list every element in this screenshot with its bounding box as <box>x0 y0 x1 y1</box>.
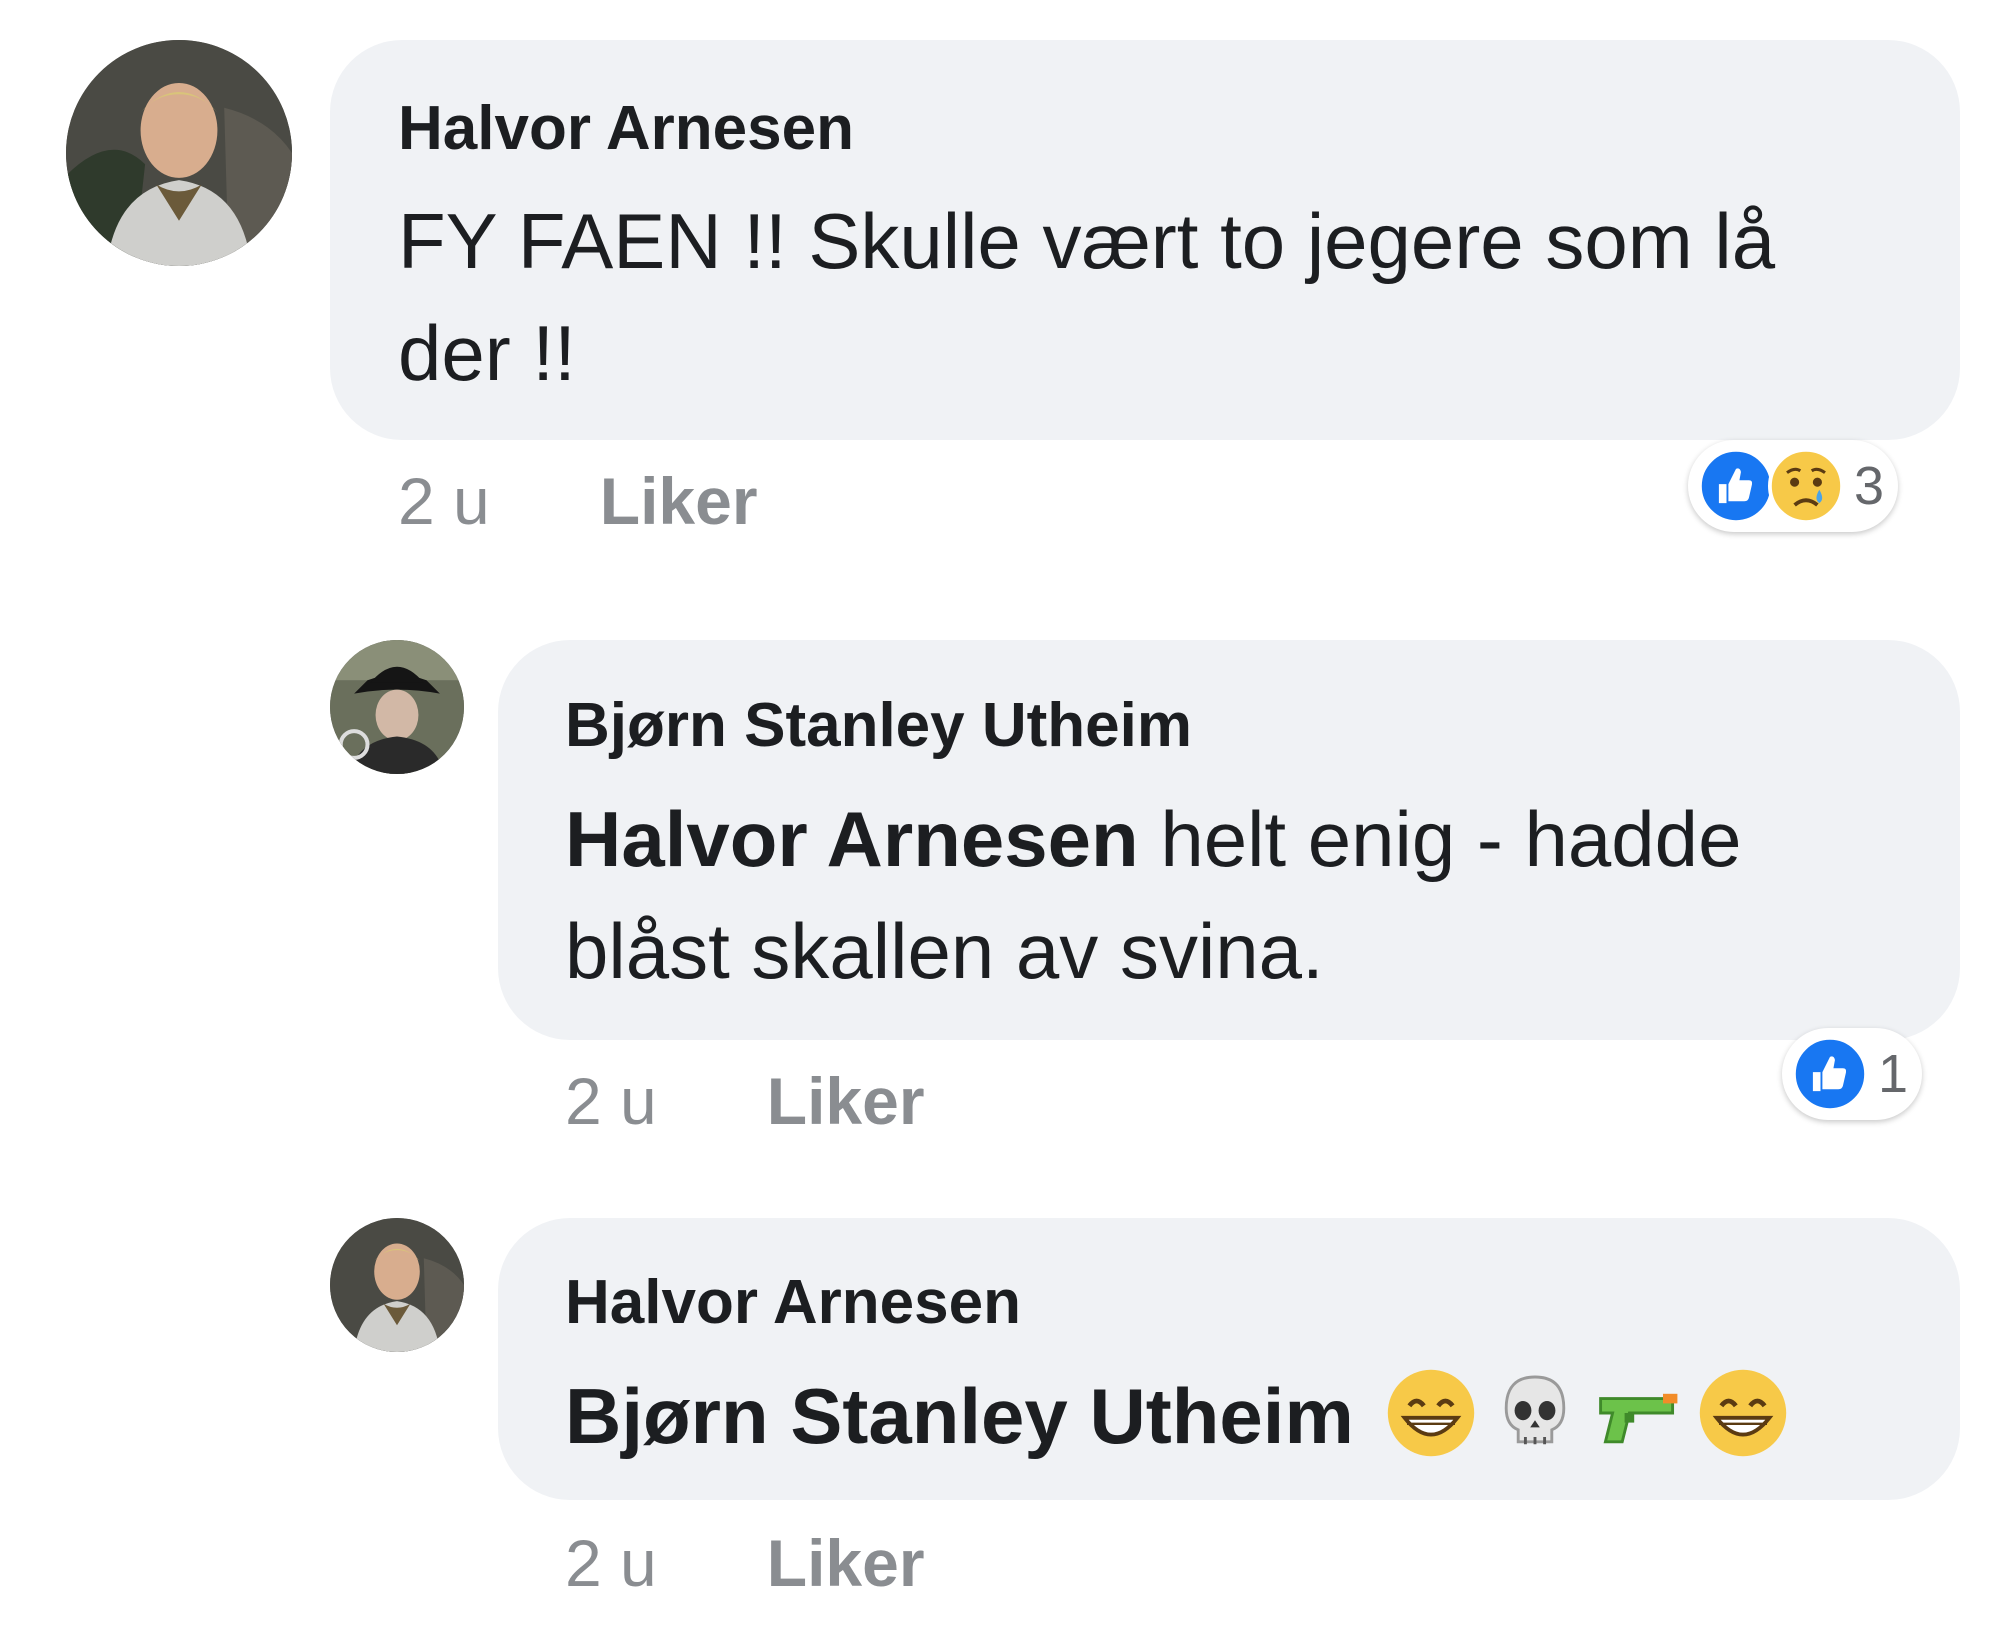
reaction-summary[interactable]: 1 <box>1782 1028 1923 1120</box>
mention-link[interactable]: Bjørn Stanley Utheim <box>565 1372 1354 1460</box>
comment-actions: 2 u Liker <box>565 1530 925 1596</box>
comment-timestamp[interactable]: 2 u <box>398 468 490 534</box>
comment-timestamp[interactable]: 2 u <box>565 1068 657 1134</box>
avatar[interactable] <box>330 640 464 774</box>
water-pistol-icon <box>1599 1393 1678 1444</box>
skull-icon <box>1505 1375 1566 1445</box>
reaction-count: 1 <box>1878 1044 1909 1104</box>
comment-actions: 2 u Liker <box>398 468 758 534</box>
comment-text: Halvor Arnesen helt enig - hadde blåst s… <box>565 783 1925 1007</box>
like-button[interactable]: Liker <box>767 1526 925 1600</box>
like-icon <box>1698 448 1774 524</box>
like-button[interactable]: Liker <box>600 464 758 538</box>
comment-author[interactable]: Halvor Arnesen <box>565 1272 1021 1334</box>
grinning-face-icon <box>1388 1369 1475 1457</box>
comment-text: FY FAEN !! Skulle vært to jegere som lå … <box>398 197 1776 397</box>
avatar[interactable] <box>66 40 292 266</box>
reaction-summary[interactable]: 3 <box>1688 440 1899 532</box>
reaction-count: 3 <box>1854 456 1885 516</box>
comment-author[interactable]: Bjørn Stanley Utheim <box>565 695 1192 757</box>
avatar[interactable] <box>330 1218 464 1352</box>
mention-link[interactable]: Halvor Arnesen <box>565 795 1139 883</box>
like-button[interactable]: Liker <box>767 1064 925 1138</box>
comment-text: Bjørn Stanley Utheim <box>565 1360 1945 1472</box>
comment-timestamp[interactable]: 2 u <box>565 1530 657 1596</box>
grinning-face-icon <box>1700 1369 1787 1457</box>
comment-actions: 2 u Liker <box>565 1068 925 1134</box>
comment-author[interactable]: Halvor Arnesen <box>398 98 854 160</box>
like-icon <box>1792 1036 1868 1112</box>
sad-icon <box>1768 448 1844 524</box>
